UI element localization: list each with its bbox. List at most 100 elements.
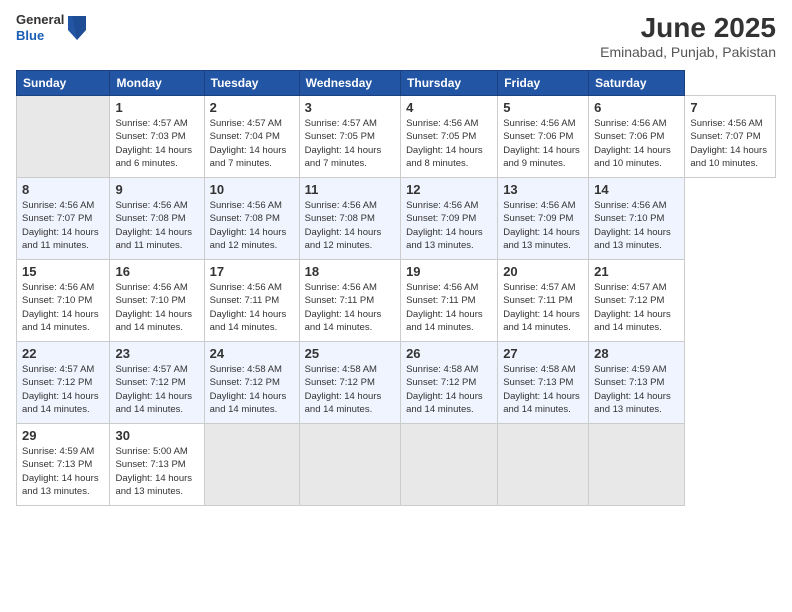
sunset: Sunset: 7:10 PM bbox=[115, 295, 185, 306]
table-row: 16 Sunrise: 4:56 AM Sunset: 7:10 PM Dayl… bbox=[110, 260, 204, 342]
day-number: 30 bbox=[115, 428, 198, 443]
day-info: Sunrise: 4:56 AM Sunset: 7:10 PM Dayligh… bbox=[594, 199, 679, 252]
day-info: Sunrise: 4:57 AM Sunset: 7:04 PM Dayligh… bbox=[210, 117, 294, 170]
sunrise: Sunrise: 4:56 AM bbox=[503, 200, 575, 211]
sunset: Sunset: 7:11 PM bbox=[406, 295, 476, 306]
sunrise: Sunrise: 4:57 AM bbox=[115, 364, 187, 375]
day-info: Sunrise: 4:59 AM Sunset: 7:13 PM Dayligh… bbox=[22, 445, 104, 498]
day-number: 29 bbox=[22, 428, 104, 443]
day-info: Sunrise: 4:58 AM Sunset: 7:12 PM Dayligh… bbox=[210, 363, 294, 416]
daylight: Daylight: 14 hours and 13 minutes. bbox=[115, 473, 192, 497]
day-info: Sunrise: 4:57 AM Sunset: 7:05 PM Dayligh… bbox=[305, 117, 395, 170]
day-info: Sunrise: 4:56 AM Sunset: 7:06 PM Dayligh… bbox=[503, 117, 583, 170]
day-info: Sunrise: 4:56 AM Sunset: 7:08 PM Dayligh… bbox=[115, 199, 198, 252]
sunset: Sunset: 7:09 PM bbox=[503, 213, 573, 224]
col-wednesday: Wednesday bbox=[299, 71, 400, 96]
day-number: 13 bbox=[503, 182, 583, 197]
daylight: Daylight: 14 hours and 14 minutes. bbox=[305, 391, 382, 415]
day-number: 18 bbox=[305, 264, 395, 279]
daylight: Daylight: 14 hours and 14 minutes. bbox=[503, 309, 580, 333]
sunset: Sunset: 7:04 PM bbox=[210, 131, 280, 142]
logo-blue: Blue bbox=[16, 28, 64, 44]
day-number: 28 bbox=[594, 346, 679, 361]
table-row: 26 Sunrise: 4:58 AM Sunset: 7:12 PM Dayl… bbox=[401, 342, 498, 424]
day-number: 8 bbox=[22, 182, 104, 197]
day-info: Sunrise: 4:57 AM Sunset: 7:03 PM Dayligh… bbox=[115, 117, 198, 170]
day-info: Sunrise: 4:58 AM Sunset: 7:12 PM Dayligh… bbox=[305, 363, 395, 416]
sunset: Sunset: 7:06 PM bbox=[503, 131, 573, 142]
sunrise: Sunrise: 4:57 AM bbox=[305, 118, 377, 129]
table-row: 29 Sunrise: 4:59 AM Sunset: 7:13 PM Dayl… bbox=[17, 424, 110, 506]
sunrise: Sunrise: 4:58 AM bbox=[406, 364, 478, 375]
sunrise: Sunrise: 4:56 AM bbox=[210, 282, 282, 293]
logo-icon bbox=[68, 16, 86, 40]
table-row: 30 Sunrise: 5:00 AM Sunset: 7:13 PM Dayl… bbox=[110, 424, 204, 506]
day-info: Sunrise: 4:56 AM Sunset: 7:07 PM Dayligh… bbox=[22, 199, 104, 252]
sunset: Sunset: 7:13 PM bbox=[594, 377, 664, 388]
table-row: 18 Sunrise: 4:56 AM Sunset: 7:11 PM Dayl… bbox=[299, 260, 400, 342]
table-row bbox=[17, 96, 110, 178]
sunrise: Sunrise: 4:56 AM bbox=[503, 118, 575, 129]
day-number: 1 bbox=[115, 100, 198, 115]
col-saturday: Saturday bbox=[589, 71, 685, 96]
daylight: Daylight: 14 hours and 14 minutes. bbox=[22, 391, 99, 415]
day-number: 5 bbox=[503, 100, 583, 115]
daylight: Daylight: 14 hours and 14 minutes. bbox=[503, 391, 580, 415]
sunrise: Sunrise: 4:57 AM bbox=[22, 364, 94, 375]
day-number: 4 bbox=[406, 100, 492, 115]
sunrise: Sunrise: 4:56 AM bbox=[22, 200, 94, 211]
sunrise: Sunrise: 4:56 AM bbox=[406, 282, 478, 293]
daylight: Daylight: 14 hours and 14 minutes. bbox=[594, 309, 671, 333]
daylight: Daylight: 14 hours and 10 minutes. bbox=[594, 145, 671, 169]
sunset: Sunset: 7:03 PM bbox=[115, 131, 185, 142]
sunset: Sunset: 7:12 PM bbox=[210, 377, 280, 388]
sunset: Sunset: 7:11 PM bbox=[210, 295, 280, 306]
table-row: 8 Sunrise: 4:56 AM Sunset: 7:07 PM Dayli… bbox=[17, 178, 110, 260]
daylight: Daylight: 14 hours and 13 minutes. bbox=[594, 391, 671, 415]
day-number: 24 bbox=[210, 346, 294, 361]
daylight: Daylight: 14 hours and 6 minutes. bbox=[115, 145, 192, 169]
table-row: 27 Sunrise: 4:58 AM Sunset: 7:13 PM Dayl… bbox=[498, 342, 589, 424]
sunrise: Sunrise: 4:57 AM bbox=[115, 118, 187, 129]
daylight: Daylight: 14 hours and 13 minutes. bbox=[594, 227, 671, 251]
day-info: Sunrise: 4:56 AM Sunset: 7:08 PM Dayligh… bbox=[210, 199, 294, 252]
table-row: 28 Sunrise: 4:59 AM Sunset: 7:13 PM Dayl… bbox=[589, 342, 685, 424]
sunrise: Sunrise: 4:58 AM bbox=[210, 364, 282, 375]
sunrise: Sunrise: 4:56 AM bbox=[305, 282, 377, 293]
table-row: 15 Sunrise: 4:56 AM Sunset: 7:10 PM Dayl… bbox=[17, 260, 110, 342]
daylight: Daylight: 14 hours and 10 minutes. bbox=[690, 145, 767, 169]
sunrise: Sunrise: 4:57 AM bbox=[503, 282, 575, 293]
day-info: Sunrise: 4:58 AM Sunset: 7:12 PM Dayligh… bbox=[406, 363, 492, 416]
day-info: Sunrise: 4:57 AM Sunset: 7:12 PM Dayligh… bbox=[115, 363, 198, 416]
sunset: Sunset: 7:12 PM bbox=[305, 377, 375, 388]
sunset: Sunset: 7:06 PM bbox=[594, 131, 664, 142]
table-row: 4 Sunrise: 4:56 AM Sunset: 7:05 PM Dayli… bbox=[401, 96, 498, 178]
table-row: 13 Sunrise: 4:56 AM Sunset: 7:09 PM Dayl… bbox=[498, 178, 589, 260]
sunset: Sunset: 7:12 PM bbox=[406, 377, 476, 388]
day-number: 15 bbox=[22, 264, 104, 279]
table-row: 19 Sunrise: 4:56 AM Sunset: 7:11 PM Dayl… bbox=[401, 260, 498, 342]
calendar-week-row: 29 Sunrise: 4:59 AM Sunset: 7:13 PM Dayl… bbox=[17, 424, 776, 506]
sunset: Sunset: 7:10 PM bbox=[594, 213, 664, 224]
day-info: Sunrise: 4:56 AM Sunset: 7:11 PM Dayligh… bbox=[210, 281, 294, 334]
table-row: 24 Sunrise: 4:58 AM Sunset: 7:12 PM Dayl… bbox=[204, 342, 299, 424]
sunrise: Sunrise: 4:57 AM bbox=[210, 118, 282, 129]
daylight: Daylight: 14 hours and 7 minutes. bbox=[210, 145, 287, 169]
calendar-week-row: 1 Sunrise: 4:57 AM Sunset: 7:03 PM Dayli… bbox=[17, 96, 776, 178]
table-row: 20 Sunrise: 4:57 AM Sunset: 7:11 PM Dayl… bbox=[498, 260, 589, 342]
sunset: Sunset: 7:11 PM bbox=[503, 295, 573, 306]
calendar-subtitle: Eminabad, Punjab, Pakistan bbox=[600, 44, 776, 60]
sunrise: Sunrise: 4:56 AM bbox=[305, 200, 377, 211]
day-number: 16 bbox=[115, 264, 198, 279]
day-info: Sunrise: 4:57 AM Sunset: 7:12 PM Dayligh… bbox=[22, 363, 104, 416]
daylight: Daylight: 14 hours and 13 minutes. bbox=[406, 227, 483, 251]
sunrise: Sunrise: 4:56 AM bbox=[210, 200, 282, 211]
table-row bbox=[299, 424, 400, 506]
logo: General Blue bbox=[16, 12, 86, 43]
sunrise: Sunrise: 4:58 AM bbox=[305, 364, 377, 375]
day-info: Sunrise: 4:56 AM Sunset: 7:09 PM Dayligh… bbox=[406, 199, 492, 252]
day-info: Sunrise: 4:58 AM Sunset: 7:13 PM Dayligh… bbox=[503, 363, 583, 416]
table-row: 9 Sunrise: 4:56 AM Sunset: 7:08 PM Dayli… bbox=[110, 178, 204, 260]
table-row: 6 Sunrise: 4:56 AM Sunset: 7:06 PM Dayli… bbox=[589, 96, 685, 178]
sunrise: Sunrise: 4:56 AM bbox=[594, 200, 666, 211]
